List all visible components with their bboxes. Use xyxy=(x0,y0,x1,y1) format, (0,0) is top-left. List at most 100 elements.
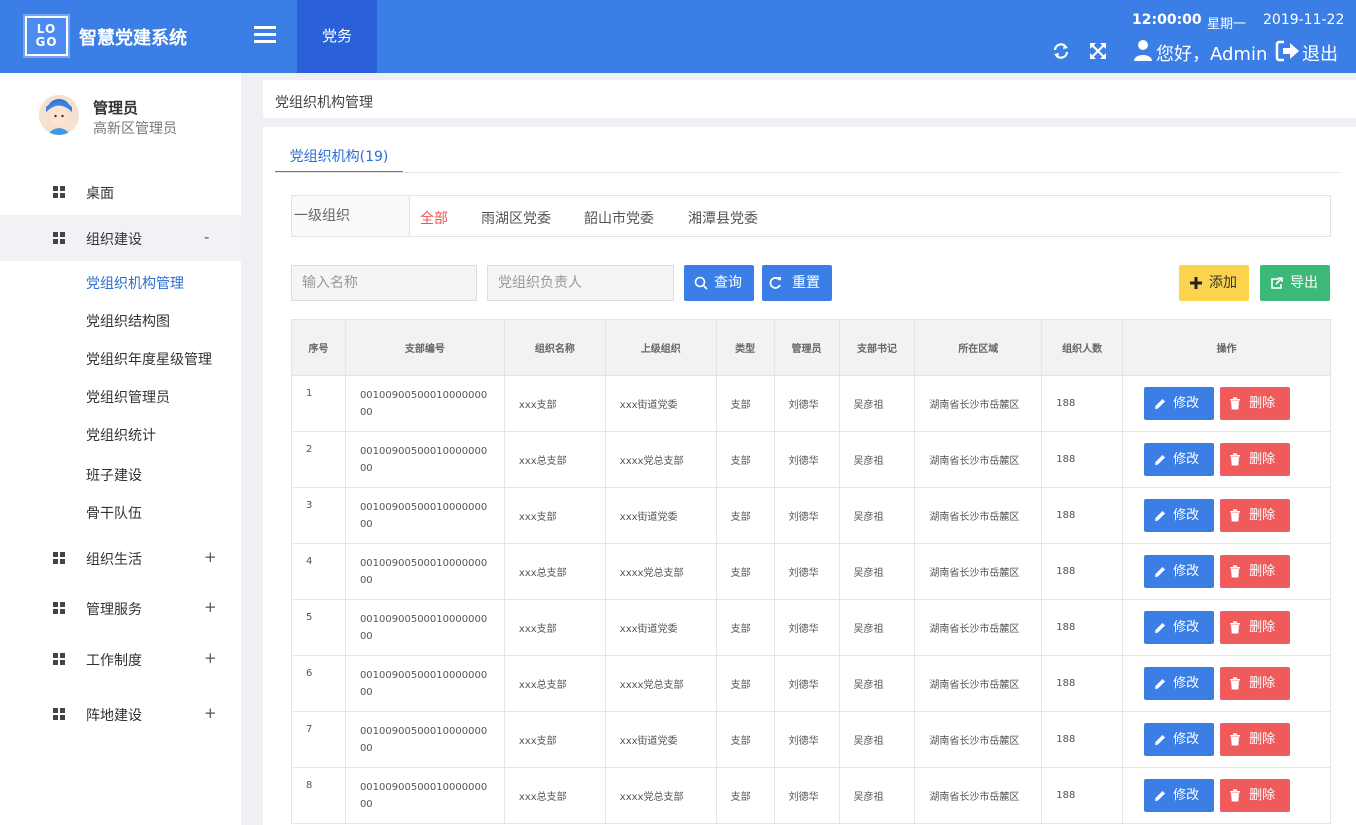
sidebar-sub-org-admins[interactable]: 党组织管理员 xyxy=(86,387,170,407)
cell-seq: 3 xyxy=(291,487,346,544)
pencil-icon xyxy=(1155,679,1166,689)
cell-admin: 刘德华 xyxy=(773,655,840,712)
filter-option-shaoshan[interactable]: 韶山市党委 xyxy=(584,208,654,228)
cell-secretary: 吴彦祖 xyxy=(838,655,916,712)
sidebar-sub-org-chart[interactable]: 党组织结构图 xyxy=(86,311,170,331)
edit-button[interactable]: 修改 xyxy=(1144,723,1215,756)
sidebar-item-label: 组织生活 xyxy=(86,552,142,568)
cell-region: 湖南省长沙市岳麓区 xyxy=(914,375,1043,432)
cell-org-name: xxx支部 xyxy=(503,711,606,768)
sidebar-sub-core-team[interactable]: 骨干队伍 xyxy=(86,503,142,523)
filter-option-xiangtan[interactable]: 湘潭县党委 xyxy=(688,208,758,228)
leader-search-input[interactable]: 党组织负责人 xyxy=(487,265,674,301)
cell-secretary: 吴彦祖 xyxy=(838,431,916,488)
reset-button[interactable]: 重置 xyxy=(762,265,832,301)
delete-button[interactable]: 删除 xyxy=(1220,387,1291,420)
column-header: 组织名称 xyxy=(503,319,606,376)
table-header-row: 序号 支部编号 组织名称 上级组织 类型 管理员 支部书记 所在区域 组织人数 … xyxy=(291,319,1331,376)
fullscreen-icon[interactable] xyxy=(1089,42,1107,60)
cell-org-name: xxx支部 xyxy=(503,375,606,432)
system-title: 智慧党建系统 xyxy=(79,28,187,49)
edit-button[interactable]: 修改 xyxy=(1144,387,1215,420)
cell-count: 188 xyxy=(1041,375,1124,432)
sidebar-item-desktop[interactable]: 桌面 xyxy=(0,169,241,215)
refresh-icon[interactable] xyxy=(1052,42,1070,60)
nav-tab-party-affairs[interactable]: 党务 xyxy=(297,0,377,73)
expand-sign[interactable]: + xyxy=(204,649,217,667)
table-row: 2 00100900500010000000 00 xxx总支部 xxxx党总支部… xyxy=(291,431,1331,488)
cell-region: 湖南省长沙市岳麓区 xyxy=(914,655,1043,712)
expand-sign[interactable]: + xyxy=(204,548,217,566)
cell-count: 188 xyxy=(1041,767,1124,824)
cell-seq: 8 xyxy=(291,767,346,824)
expand-sign[interactable]: + xyxy=(204,598,217,616)
trash-icon xyxy=(1230,509,1241,522)
edit-button[interactable]: 修改 xyxy=(1144,555,1215,588)
cell-admin: 刘德华 xyxy=(773,767,840,824)
expand-sign[interactable]: + xyxy=(204,704,217,722)
column-header: 上级组织 xyxy=(604,319,717,376)
trash-icon xyxy=(1230,621,1241,634)
logout-link[interactable]: 退出 xyxy=(1302,40,1338,66)
menu-toggle-icon[interactable] xyxy=(254,26,276,44)
sidebar-item-position-building[interactable]: 阵地建设 + xyxy=(0,691,241,737)
cell-type: 支部 xyxy=(715,543,775,600)
add-button[interactable]: 添加 xyxy=(1179,265,1249,301)
filter-option-all[interactable]: 全部 xyxy=(420,208,448,228)
edit-button[interactable]: 修改 xyxy=(1144,779,1215,812)
sidebar-item-work-system[interactable]: 工作制度 + xyxy=(0,636,241,682)
cell-type: 支部 xyxy=(715,431,775,488)
sidebar-sub-org-stats[interactable]: 党组织统计 xyxy=(86,425,156,445)
sidebar-item-org-building[interactable]: 组织建设 - xyxy=(0,215,241,261)
edit-button[interactable]: 修改 xyxy=(1144,611,1215,644)
cell-type: 支部 xyxy=(715,655,775,712)
cell-actions: 修改 删除 xyxy=(1122,431,1331,488)
tab-org-list[interactable]: 党组织机构(19) xyxy=(275,146,403,173)
edit-button[interactable]: 修改 xyxy=(1144,443,1215,476)
sidebar-item-label: 桌面 xyxy=(86,186,114,202)
cell-branch-code: 00100900500010000000 00 xyxy=(344,711,505,768)
collapse-sign[interactable]: - xyxy=(204,228,209,246)
cell-parent-org: xxx街道党委 xyxy=(604,599,717,656)
user-name: 管理员 xyxy=(93,99,139,117)
cell-org-name: xxx总支部 xyxy=(503,655,606,712)
export-button[interactable]: 导出 xyxy=(1260,265,1330,301)
delete-button[interactable]: 删除 xyxy=(1220,443,1291,476)
column-header: 支部编号 xyxy=(344,319,505,376)
sidebar-sub-team-building[interactable]: 班子建设 xyxy=(86,465,142,485)
trash-icon xyxy=(1230,733,1241,746)
logout-icon[interactable] xyxy=(1275,40,1301,62)
edit-button[interactable]: 修改 xyxy=(1144,499,1215,532)
filter-option-yuhu[interactable]: 雨湖区党委 xyxy=(481,208,551,228)
cell-actions: 修改 删除 xyxy=(1122,655,1331,712)
delete-button[interactable]: 删除 xyxy=(1220,723,1291,756)
cell-admin: 刘德华 xyxy=(773,431,840,488)
sidebar-item-label: 组织建设 xyxy=(86,232,142,248)
export-icon xyxy=(1271,277,1283,289)
delete-button[interactable]: 删除 xyxy=(1220,667,1291,700)
user-greeting[interactable]: 您好，Admin xyxy=(1156,40,1267,66)
delete-button[interactable]: 删除 xyxy=(1220,779,1291,812)
cell-actions: 修改 删除 xyxy=(1122,375,1331,432)
cell-type: 支部 xyxy=(715,711,775,768)
sidebar-item-org-life[interactable]: 组织生活 + xyxy=(0,535,241,581)
reset-icon xyxy=(769,277,781,289)
column-header: 支部书记 xyxy=(838,319,916,376)
sidebar-sub-org-management[interactable]: 党组织机构管理 xyxy=(86,273,184,293)
grid-icon xyxy=(53,708,65,720)
name-search-input[interactable]: 输入名称 xyxy=(291,265,477,301)
cell-parent-org: xxxx党总支部 xyxy=(604,767,717,824)
query-button[interactable]: 查询 xyxy=(684,265,754,301)
delete-button[interactable]: 删除 xyxy=(1220,611,1291,644)
grid-icon xyxy=(53,602,65,614)
sidebar-sub-annual-star[interactable]: 党组织年度星级管理 xyxy=(86,349,212,369)
delete-button[interactable]: 删除 xyxy=(1220,555,1291,588)
pencil-icon xyxy=(1155,455,1166,465)
cell-count: 188 xyxy=(1041,487,1124,544)
sidebar-item-label: 阵地建设 xyxy=(86,708,142,724)
user-icon xyxy=(1134,40,1152,61)
delete-button[interactable]: 删除 xyxy=(1220,499,1291,532)
cell-seq: 4 xyxy=(291,543,346,600)
sidebar-item-management-service[interactable]: 管理服务 + xyxy=(0,585,241,631)
edit-button[interactable]: 修改 xyxy=(1144,667,1215,700)
